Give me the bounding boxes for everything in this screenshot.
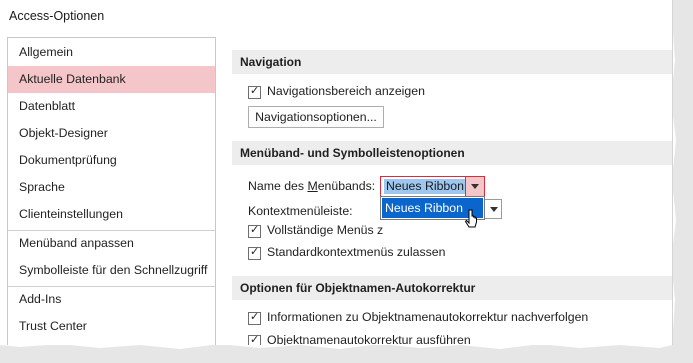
checkbox[interactable]: ✓ [248, 245, 261, 260]
checkbox-label: Vollständige Menüs z [267, 223, 384, 237]
checkbox-label: Objektnamenautokorrektur ausführen [267, 333, 471, 345]
check-icon: ✓ [250, 310, 260, 323]
sidebar-item-label: Dokumentprüfung [19, 153, 117, 167]
window-title: Access-Optionen [9, 9, 105, 23]
sidebar-item-clienteinstellungen[interactable]: Clienteinstellungen [8, 201, 215, 228]
checkbox-label: Informationen zu Objektnamenautokorrektu… [267, 310, 589, 324]
navigationsoptionen-button[interactable]: Navigationsoptionen... [248, 106, 384, 128]
checkbox-label: Navigationsbereich anzeigen [267, 84, 425, 98]
check-icon: ✓ [250, 84, 260, 97]
checkbox-label: Standardkontextmenüs zulassen [267, 245, 446, 259]
sidebar-item-dokumentpruefung[interactable]: Dokumentprüfung [8, 147, 215, 174]
sidebar-item-aktuelle-datenbank[interactable]: Aktuelle Datenbank [8, 66, 215, 93]
title-bar: Access-Optionen [0, 0, 672, 34]
sidebar-item-label: Allgemein [19, 45, 73, 59]
checkbox[interactable]: ✓ [248, 223, 261, 238]
sidebar-item-schnellzugriff[interactable]: Symbolleiste für den Schnellzugriff [8, 257, 215, 284]
options-content: Navigation ✓ Navigationsbereich anzeigen… [232, 37, 672, 345]
checkbox[interactable]: ✓ [248, 84, 261, 99]
ribbon-dropdown-button[interactable] [465, 177, 484, 196]
sidebar-item-label: Aktuelle Datenbank [19, 72, 126, 86]
check-icon: ✓ [250, 223, 260, 236]
sidebar-item-label: Menüband anpassen [19, 236, 134, 250]
ribbon-name-label: Name des Menübands: [248, 179, 375, 193]
sidebar-item-label: Symbolleiste für den Schnellzugriff [19, 263, 208, 277]
sidebar-item-datenblatt[interactable]: Datenblatt [8, 93, 215, 120]
sidebar-item-add-ins[interactable]: Add-Ins [8, 286, 215, 313]
ribbon-name-label-accesskey: M [307, 179, 318, 193]
ribbon-name-label-post: enübands: [317, 179, 376, 193]
checkbox[interactable]: ✓ [248, 333, 261, 345]
sidebar-item-label: Clienteinstellungen [19, 207, 123, 221]
chevron-down-icon [490, 207, 498, 212]
section-header-autokorrektur: Optionen für Objektnamen-Autokorrektur [232, 276, 672, 300]
sidebar-item-sprache[interactable]: Sprache [8, 174, 215, 201]
sidebar-item-label: Add-Ins [19, 292, 62, 306]
checkbox[interactable]: ✓ [248, 310, 261, 325]
ribbon-name-combobox[interactable]: Neues Ribbon [380, 176, 485, 197]
chevron-down-icon [471, 184, 479, 189]
section-header-navigation: Navigation [232, 50, 672, 74]
kontextmenue-dropdown-button[interactable] [484, 199, 502, 219]
check-icon: ✓ [250, 333, 260, 345]
options-window: Access-Optionen Allgemein Aktuelle Daten… [0, 0, 673, 345]
ribbon-name-label-pre: Name des [248, 179, 308, 193]
sidebar-item-menueband-anpassen[interactable]: Menüband anpassen [8, 230, 215, 257]
sidebar-item-label: Objekt-Designer [19, 126, 108, 140]
sidebar-item-objekt-designer[interactable]: Objekt-Designer [8, 120, 215, 147]
sidebar-item-trust-center[interactable]: Trust Center [8, 313, 215, 340]
ribbon-name-value: Neues Ribbon [384, 179, 466, 194]
options-sidebar: Allgemein Aktuelle Datenbank Datenblatt … [7, 37, 216, 345]
mouse-pointer-icon [465, 209, 477, 228]
sidebar-item-label: Trust Center [19, 319, 87, 333]
sidebar-item-label: Datenblatt [19, 99, 76, 113]
kontextmenue-label: Kontextmenüleiste: [248, 204, 353, 218]
sidebar-item-allgemein[interactable]: Allgemein [8, 39, 215, 66]
sidebar-item-label: Sprache [19, 180, 65, 194]
section-header-menueband: Menüband- und Symbolleistenoptionen [232, 141, 672, 165]
check-icon: ✓ [250, 245, 260, 258]
